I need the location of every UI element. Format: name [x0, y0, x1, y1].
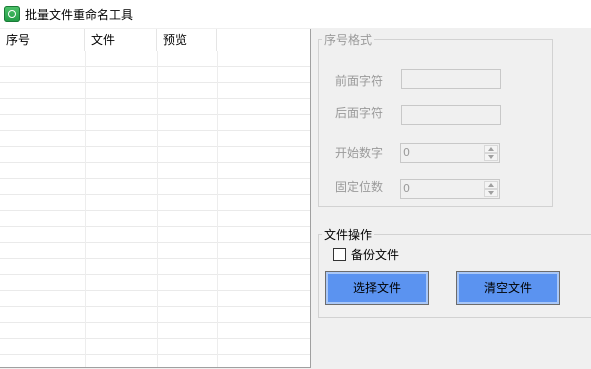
sequence-format-legend: 序号格式: [322, 31, 375, 48]
grid-divider: [217, 51, 218, 367]
column-header-index[interactable]: 序号: [0, 29, 85, 51]
select-files-button[interactable]: 选择文件: [325, 271, 429, 305]
list-body: [0, 51, 310, 367]
title-bar: 批量文件重命名工具: [0, 0, 591, 28]
chevron-down-icon[interactable]: [484, 153, 498, 161]
start-number-stepper[interactable]: 0: [400, 143, 500, 163]
chevron-up-icon[interactable]: [484, 145, 498, 153]
start-number-spin-buttons: [484, 145, 498, 161]
chevron-up-icon[interactable]: [484, 181, 498, 189]
fixed-digits-label: 固定位数: [335, 180, 384, 194]
suffix-input[interactable]: [401, 105, 501, 125]
app-icon: [4, 6, 20, 22]
column-header-preview[interactable]: 预览: [157, 29, 217, 51]
window-title: 批量文件重命名工具: [25, 8, 134, 22]
fixed-digits-value: 0: [403, 182, 410, 195]
backup-label[interactable]: 备份文件: [351, 246, 399, 263]
start-number-label: 开始数字: [335, 146, 384, 160]
list-header: 序号 文件 预览: [0, 29, 310, 51]
column-header-file[interactable]: 文件: [85, 29, 157, 51]
suffix-label: 后面字符: [335, 106, 384, 120]
prefix-input[interactable]: [401, 69, 501, 89]
clear-files-button[interactable]: 清空文件: [456, 271, 560, 305]
grid-divider: [85, 51, 86, 367]
chevron-down-icon[interactable]: [484, 189, 498, 197]
fixed-digits-spin-buttons: [484, 181, 498, 197]
prefix-label: 前面字符: [335, 74, 384, 88]
fixed-digits-stepper[interactable]: 0: [400, 179, 500, 199]
backup-checkbox[interactable]: [333, 248, 346, 261]
start-number-value: 0: [403, 146, 410, 159]
file-list[interactable]: 序号 文件 预览: [0, 29, 311, 368]
file-operations-legend: 文件操作: [322, 226, 375, 243]
grid-divider: [157, 51, 158, 367]
